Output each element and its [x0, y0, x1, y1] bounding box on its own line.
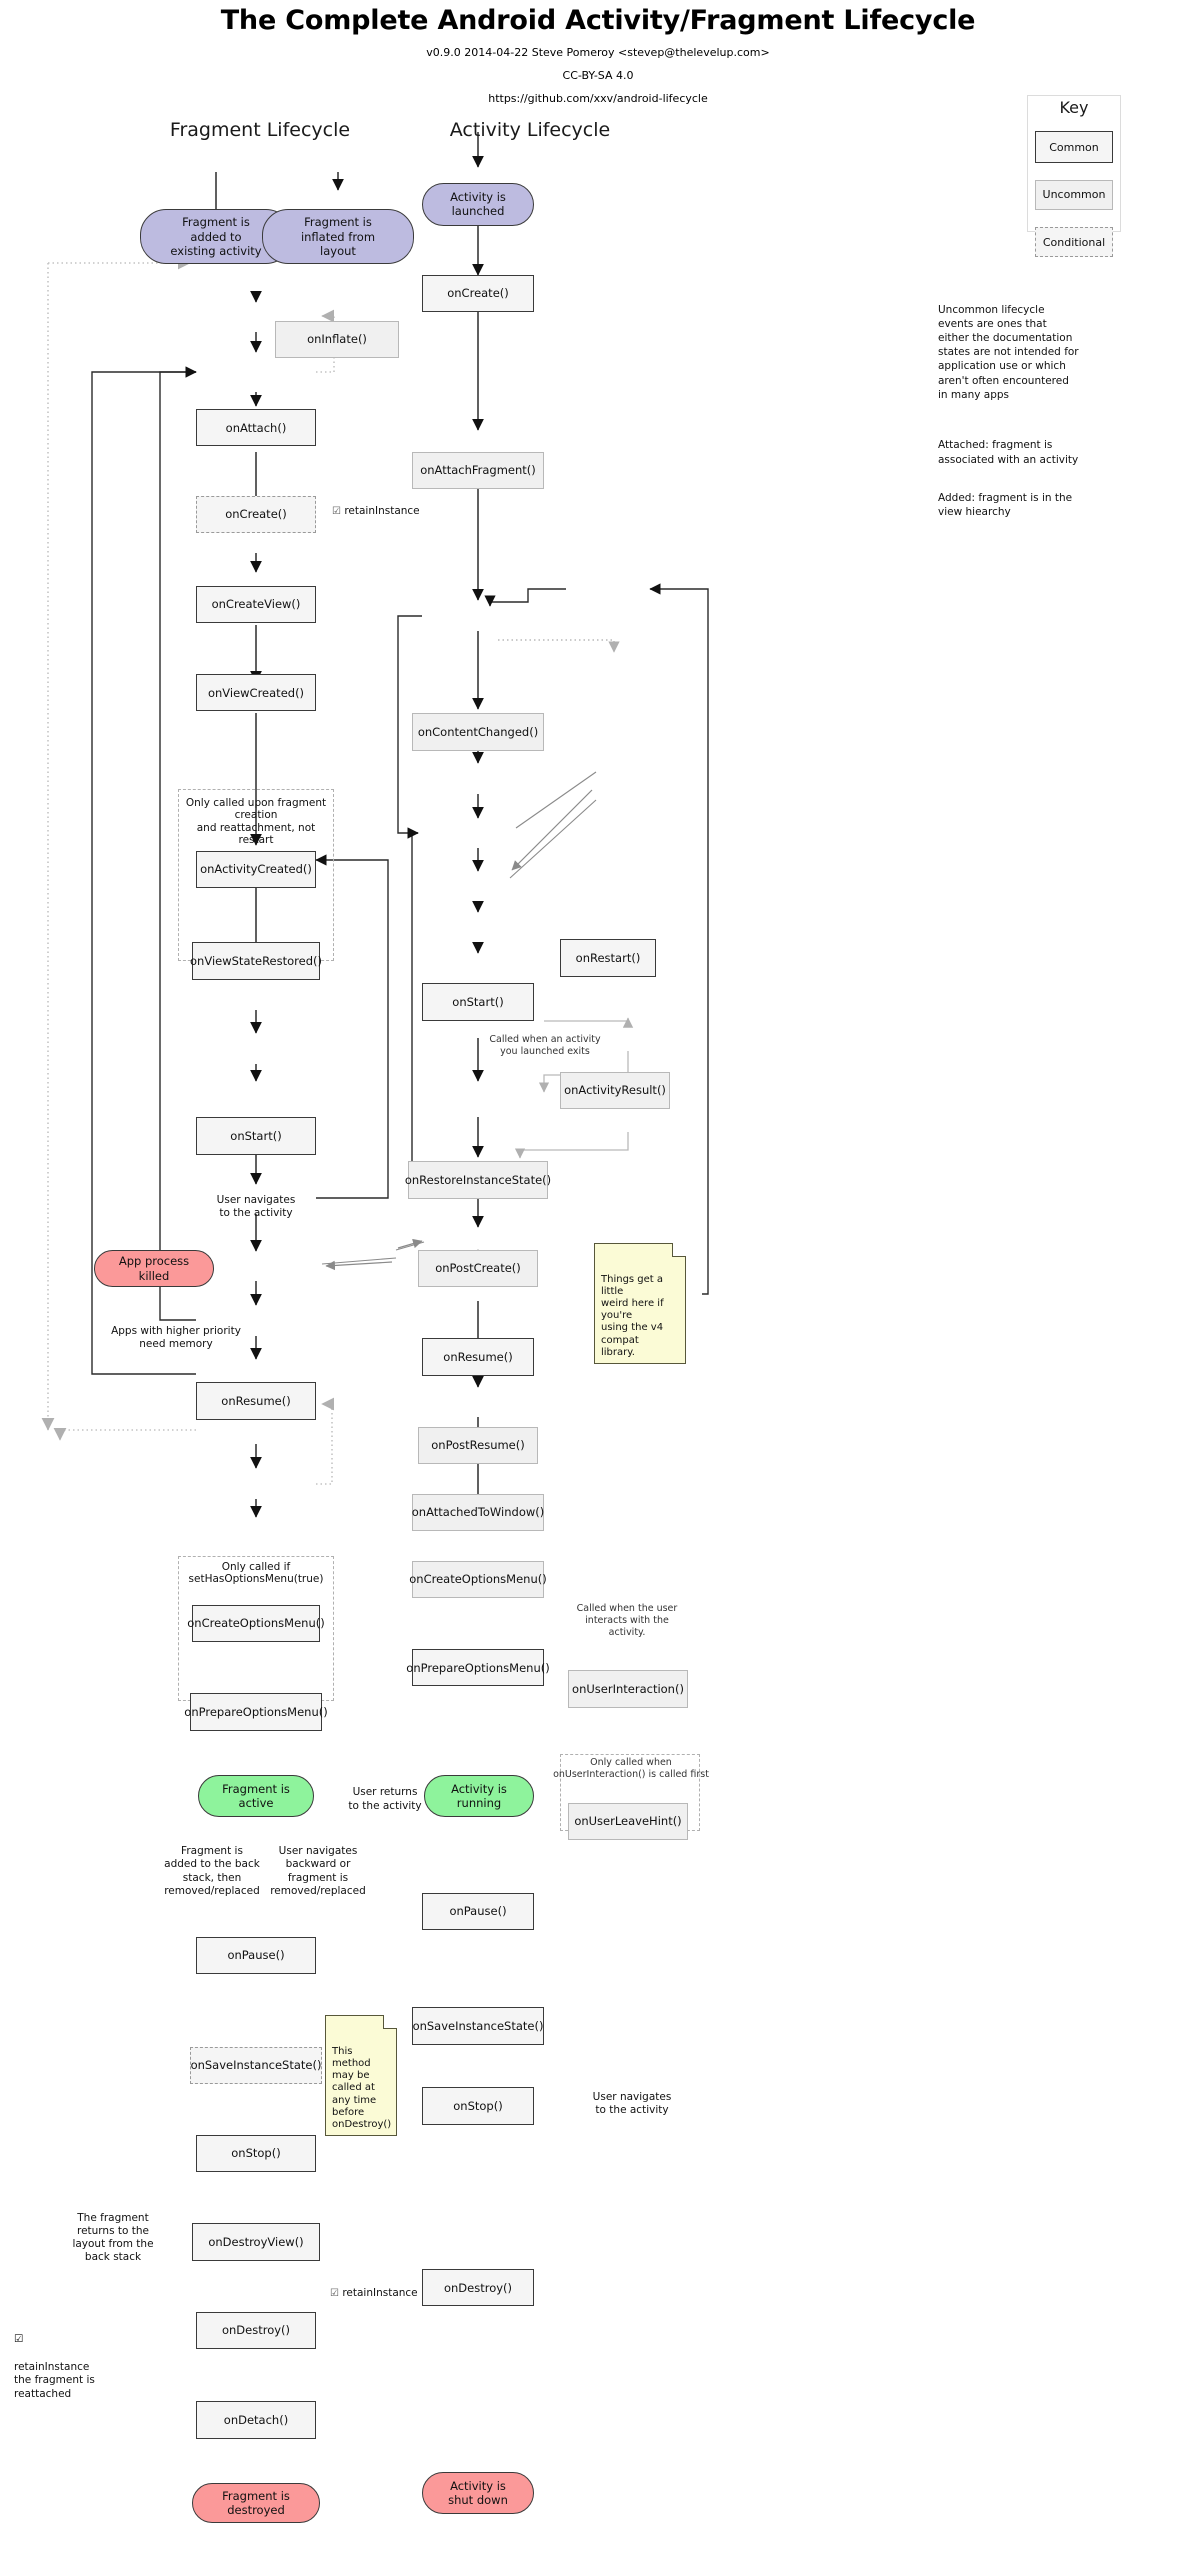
key-item-uncommon: Uncommon — [1035, 179, 1113, 210]
fragment-on-create-options-menu: onCreateOptionsMenu() — [187, 1604, 325, 1643]
activity-on-destroy: onDestroy() — [422, 2268, 534, 2307]
fragment-on-stop: onStop() — [196, 2134, 316, 2173]
activity-on-attached-to-window: onAttachedToWindow() — [412, 1493, 544, 1532]
checkbox-icon: ☑ — [332, 506, 341, 518]
url-line[interactable]: https://github.com/xxv/android-lifecycle — [0, 92, 1196, 105]
activity-on-post-create: onPostCreate() — [418, 1249, 538, 1288]
activity-on-create-options-menu: onCreateOptionsMenu() — [409, 1560, 547, 1599]
key-title: Key — [1059, 98, 1089, 118]
activity-running-state: Activity is running — [424, 1774, 534, 1818]
activity-label-only-called-when: Only called when onUserInteraction() is … — [553, 1756, 709, 1780]
lifecycle-diagram-page: The Complete Android Activity/Fragment L… — [0, 0, 1196, 2552]
activity-on-resume: onResume() — [422, 1338, 534, 1376]
license-line: CC-BY-SA 4.0 — [562, 68, 634, 82]
fragment-on-create-view: onCreateView() — [196, 585, 316, 624]
fragment-start-inflated: Fragment is inflated from layout — [262, 209, 414, 265]
note-uncommon-description: Uncommon lifecycle events are ones that … — [938, 303, 1079, 401]
note-v4-compat-text: Things get a little weird here if you're… — [601, 1273, 664, 1358]
fragment-on-attach: onAttach() — [196, 408, 316, 447]
activity-label-launched-exits: Called when an activity you launched exi… — [489, 1033, 601, 1057]
activity-on-start: onStart() — [422, 983, 534, 1021]
version-line: v0.9.0 2014-04-22 Steve Pomeroy <stevep@… — [426, 45, 770, 59]
retain-instance-destroy: ☑ retainInstance — [330, 2287, 418, 2299]
retain-instance-reattached: ☑ retainInstance the fragment is reattac… — [14, 2320, 114, 2402]
fragment-on-destroy: onDestroy() — [196, 2311, 316, 2350]
fragment-label-higher-priority: Apps with higher priority need memory — [111, 1325, 241, 1351]
activity-label-user-navigates: User navigates to the activity — [592, 2090, 672, 2116]
activity-on-create: onCreate() — [422, 274, 534, 313]
fragment-destroyed-state: Fragment is destroyed — [192, 2483, 320, 2524]
note-attached-description: Attached: fragment is associated with an… — [938, 439, 1079, 466]
activity-column-title: Activity Lifecycle — [449, 119, 611, 142]
note-added-description: Added: fragment is in the view hiearchy — [938, 491, 1073, 518]
fragment-creation-group-label: Only called upon fragment creation and r… — [185, 796, 327, 847]
fragment-options-menu-group-label: Only called if setHasOptionsMenu(true) — [188, 1560, 324, 1586]
fragment-on-save-instance-state: onSaveInstanceState() — [190, 2046, 322, 2084]
checkbox-icon: ☑ — [14, 2333, 24, 2346]
note-save-instance-state-text: This method may be called at any time be… — [332, 2045, 392, 2130]
fragment-on-resume: onResume() — [196, 1382, 316, 1420]
activity-on-activity-result: onActivityResult() — [560, 1071, 670, 1109]
activity-start-launched: Activity is launched — [422, 183, 534, 226]
activity-on-stop: onStop() — [422, 2087, 534, 2125]
fragment-on-view-created: onViewCreated() — [196, 673, 316, 712]
activity-on-user-interaction: onUserInteraction() — [568, 1670, 688, 1708]
note-save-instance-state: This method may be called at any time be… — [325, 2015, 397, 2137]
retain-instance-label: retainInstance — [344, 505, 420, 518]
fragment-on-detach: onDetach() — [196, 2401, 316, 2439]
fragment-label-back-stack: Fragment is added to the back stack, the… — [164, 1845, 260, 1897]
activity-on-prepare-options-menu: onPrepareOptionsMenu() — [406, 1648, 550, 1687]
key-item-conditional: Conditional — [1035, 227, 1113, 258]
fragment-on-destroy-view: onDestroyView() — [192, 2223, 320, 2261]
fragment-label-returns-layout: The fragment returns to the layout from … — [72, 2211, 154, 2264]
fragment-on-start: onStart() — [196, 1117, 316, 1155]
fragment-app-process-killed: App process killed — [94, 1249, 214, 1288]
activity-label-user-interacts: Called when the user interacts with the … — [576, 1603, 678, 1638]
dogear-icon — [672, 1243, 686, 1258]
activity-shut-down-state: Activity is shut down — [422, 2471, 534, 2515]
activity-label-user-returns: User returns to the activity — [348, 1786, 422, 1812]
fragment-on-create: onCreate() — [196, 495, 316, 534]
activity-on-save-instance-state: onSaveInstanceState() — [412, 2007, 544, 2045]
fragment-on-prepare-options-menu: onPrepareOptionsMenu() — [184, 1693, 328, 1731]
activity-on-content-changed: onContentChanged() — [412, 713, 544, 751]
activity-on-post-resume: onPostResume() — [418, 1426, 538, 1464]
key-item-common: Common — [1035, 130, 1113, 164]
fragment-on-inflate: onInflate() — [275, 320, 399, 359]
fragment-on-pause: onPause() — [196, 1936, 316, 1975]
fragment-on-view-state-restored: onViewStateRestored() — [190, 942, 322, 980]
activity-on-user-leave-hint: onUserLeaveHint() — [568, 1802, 688, 1841]
activity-on-attach-fragment: onAttachFragment() — [412, 451, 544, 489]
activity-on-restore-instance-state: onRestoreInstanceState() — [405, 1161, 551, 1199]
fragment-label-navigates-backward: User navigates backward or fragment is r… — [270, 1845, 366, 1897]
retain-instance-label: retainInstance — [342, 2286, 418, 2299]
note-v4-compat: Things get a little weird here if you're… — [594, 1243, 686, 1364]
retain-instance-create: ☑ retainInstance — [332, 505, 420, 517]
fragment-active-state: Fragment is active — [198, 1774, 314, 1818]
dogear-icon — [383, 2015, 397, 2030]
fragment-on-activity-created: onActivityCreated() — [196, 850, 316, 889]
activity-on-pause: onPause() — [422, 1892, 534, 1931]
retain-instance-reattached-label: retainInstance the fragment is reattache… — [14, 2360, 95, 2400]
activity-on-restart: onRestart() — [560, 939, 656, 977]
page-title: The Complete Android Activity/Fragment L… — [220, 5, 976, 36]
fragment-label-user-navigates: User navigates to the activity — [216, 1194, 296, 1220]
checkbox-icon: ☑ — [330, 2287, 339, 2299]
